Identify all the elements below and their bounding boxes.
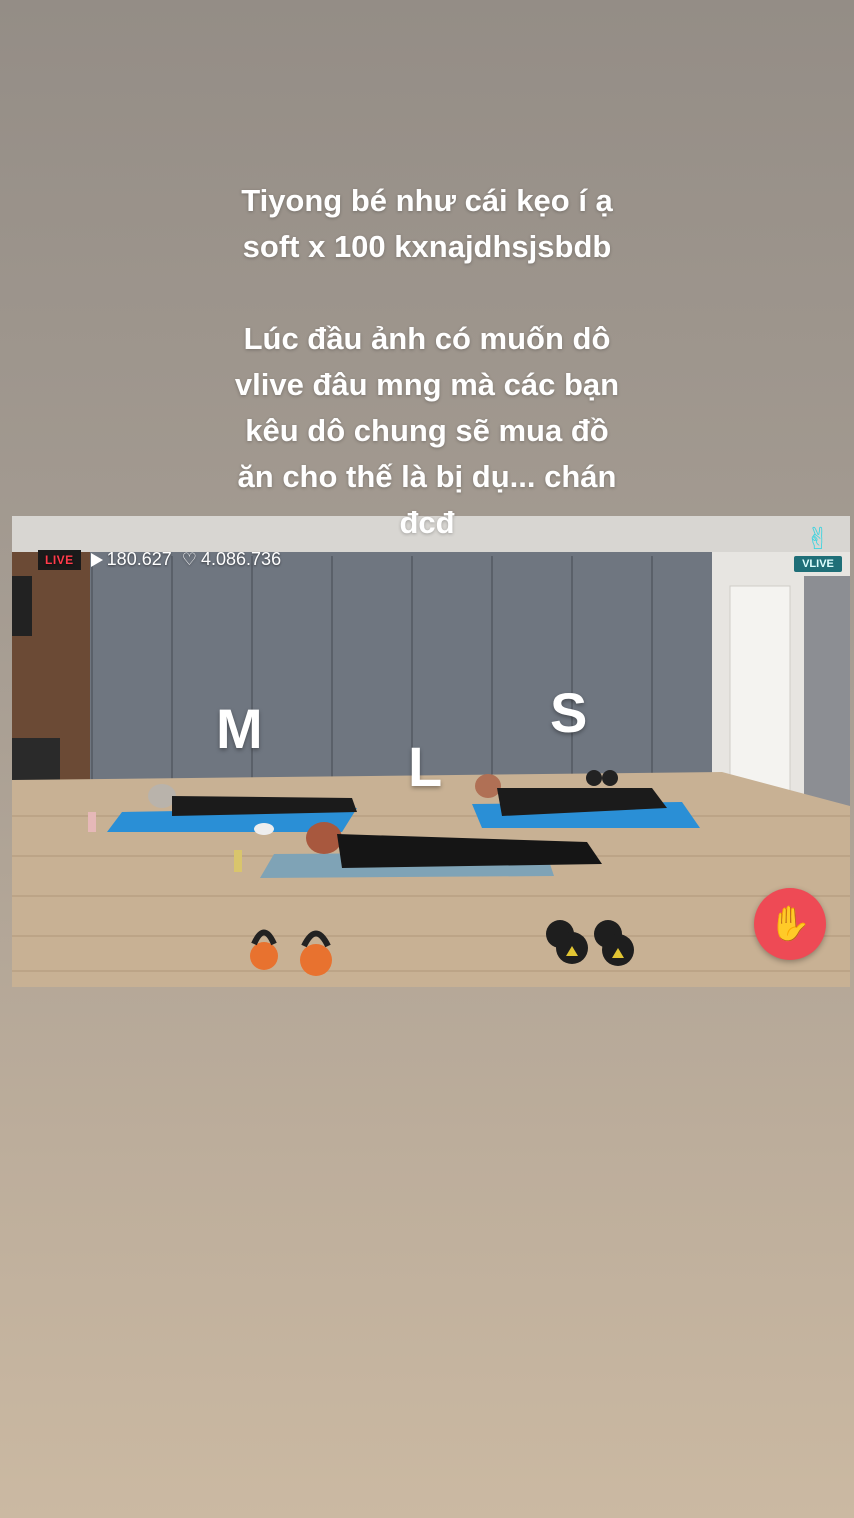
v-hand-icon: ✌ bbox=[805, 523, 831, 556]
finger-heart-icon: ✋ bbox=[768, 905, 812, 943]
label-l: L bbox=[408, 735, 443, 798]
vlive-logo-icon: ✌ VLIVE bbox=[794, 524, 842, 572]
heart-icon: ♡ bbox=[181, 549, 197, 569]
live-badge: LIVE bbox=[38, 549, 81, 570]
label-s: S bbox=[550, 681, 588, 744]
caption-line: soft x 100 kxnajdhsjsbdb bbox=[242, 229, 612, 264]
like-count: ♡ 4.086.736 bbox=[182, 549, 281, 570]
play-count: 180.627 bbox=[90, 549, 172, 570]
finger-heart-button[interactable]: ✋ bbox=[754, 888, 826, 960]
play-icon bbox=[90, 552, 103, 567]
caption-line: Lúc đầu ảnh có muốn dô bbox=[243, 321, 611, 356]
caption-line: Tiyong bé như cái kẹo í ạ bbox=[241, 183, 613, 218]
like-count-value: 4.086.736 bbox=[201, 549, 282, 569]
label-m: M bbox=[216, 697, 263, 760]
caption-line: vlive đâu mng mà các bạn bbox=[234, 367, 620, 402]
live-stats-bar: LIVE 180.627 ♡ 4.086.736 bbox=[38, 549, 281, 570]
caption-line: kêu dô chung sẽ mua đồ bbox=[245, 413, 609, 448]
video-screenshot: LIVE 180.627 ♡ 4.086.736 ✌ VLIVE M L S ✋ bbox=[12, 516, 850, 987]
story-caption: Tiyong bé như cái kẹo í ạ soft x 100 kxn… bbox=[0, 178, 854, 500]
play-count-value: 180.627 bbox=[106, 549, 172, 569]
caption-line: ăn cho thế là bị dụ... chán bbox=[237, 459, 617, 494]
vlive-logo-text: VLIVE bbox=[794, 556, 842, 572]
